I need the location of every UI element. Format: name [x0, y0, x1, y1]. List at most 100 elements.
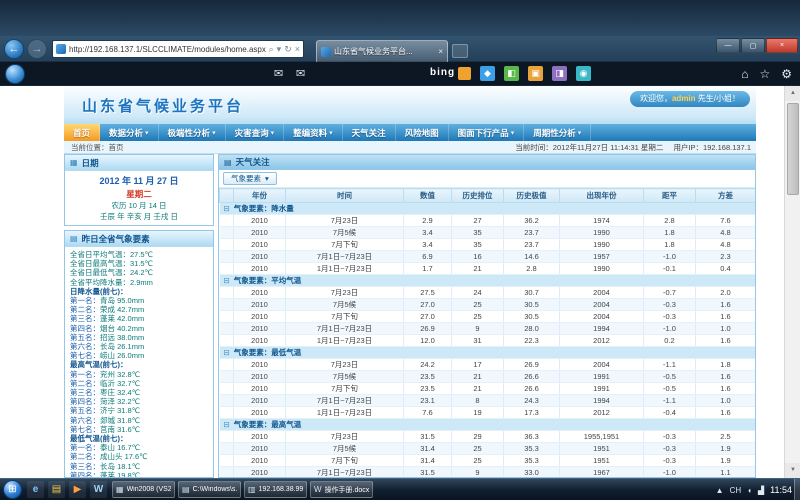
taskbar-window-button-1[interactable]: ▦Win2008 (VS2... — [112, 481, 175, 498]
table-toolbar: 气象要素▾ — [219, 170, 755, 188]
menu-item-6[interactable]: 天气关注 — [343, 124, 396, 141]
column-header[interactable]: 历史排位 — [452, 189, 504, 203]
table-cell: 2004 — [560, 299, 644, 311]
tray-up-icon[interactable]: ▲ — [716, 486, 724, 495]
table-cell: 1月1日~7月23日 — [286, 407, 404, 419]
table-cell: 2010 — [234, 359, 286, 371]
row-expander-cell — [220, 227, 234, 239]
search-icon[interactable]: ⌕ — [269, 44, 274, 55]
table-group-row[interactable]: ⊟气象要素：降水量 — [220, 203, 756, 215]
menu-item-5[interactable]: 整编资料▾ — [284, 124, 343, 141]
column-header[interactable]: 距平 — [644, 189, 696, 203]
column-header[interactable]: 年份 — [234, 189, 286, 203]
tab-close-icon[interactable]: × — [438, 47, 443, 56]
taskbar-window-button-2[interactable]: ▤C:\Windows\s... — [178, 481, 241, 498]
menu-item-9[interactable]: 周期性分析▾ — [524, 124, 591, 141]
start-button[interactable]: ⊞ — [3, 480, 22, 499]
weather-rank-line: 第三名：蓬莱 42.0mm — [70, 314, 208, 323]
bing-logo[interactable]: bing — [430, 67, 455, 78]
home-icon[interactable]: ⌂ — [741, 66, 748, 82]
menu-item-4[interactable]: 灾害查询▾ — [226, 124, 285, 141]
collapse-icon[interactable]: ⊟ — [224, 420, 230, 429]
expander-column-header — [220, 189, 234, 203]
table-cell: 9 — [452, 323, 504, 335]
network-icon[interactable]: ▟ — [758, 486, 764, 495]
menu-item-1[interactable]: 首页 — [64, 124, 100, 141]
column-header[interactable]: 方差 — [696, 189, 756, 203]
address-bar[interactable]: http://192.168.137.1/SLCCLIMATE/modules/… — [52, 40, 304, 58]
panel-icon: ▤ — [70, 234, 78, 243]
command-icon-5[interactable]: ◉ — [576, 66, 591, 81]
menu-item-label: 首页 — [73, 127, 90, 139]
vertical-scrollbar[interactable]: ▲ ▼ — [784, 86, 800, 478]
stop-icon[interactable]: × — [295, 44, 300, 54]
table-cell: 14.6 — [504, 251, 560, 263]
station-value: 16.7℃ — [117, 443, 140, 452]
show-desktop-button[interactable] — [794, 479, 800, 500]
refresh-icon[interactable]: ↻ — [284, 44, 292, 55]
window-label: 操作手册.docx -... — [325, 485, 369, 495]
command-icon-1[interactable]: ◆ — [480, 66, 495, 81]
ganzhi-line: 壬辰 年 辛亥 月 壬戌 日 — [65, 211, 213, 222]
chevron-down-icon[interactable]: ▾ — [277, 44, 282, 55]
table-cell: 1967 — [560, 467, 644, 479]
menu-item-7[interactable]: 风险地图 — [396, 124, 449, 141]
date-panel-header: ▦ 日期 — [65, 155, 213, 171]
station-value: 42.0mm — [117, 314, 144, 323]
collapse-icon[interactable]: ⊟ — [224, 204, 230, 213]
column-header[interactable]: 历史极值 — [504, 189, 560, 203]
menu-item-2[interactable]: 数据分析▾ — [100, 124, 159, 141]
mail-alt-icon[interactable]: ✉ — [296, 67, 305, 80]
table-group-row[interactable]: ⊟气象要素：平均气温 — [220, 275, 756, 287]
taskbar-window-button-4[interactable]: W操作手册.docx -... — [310, 481, 373, 498]
media-player-icon[interactable]: ▶ — [69, 481, 86, 498]
url-text[interactable]: http://192.168.137.1/SLCCLIMATE/modules/… — [69, 45, 266, 54]
column-header[interactable]: 出现年份 — [560, 189, 644, 203]
bing-tile-icon[interactable] — [458, 67, 471, 80]
collapse-icon[interactable]: ⊟ — [224, 348, 230, 357]
ie-icon[interactable]: e — [27, 481, 44, 498]
forward-button[interactable]: → — [27, 39, 47, 59]
taskbar-window-button-3[interactable]: ▥192.168.38.99... — [244, 481, 307, 498]
browser-tab[interactable]: 山东省气候业务平台... × — [316, 40, 448, 62]
row-expander-cell — [220, 383, 234, 395]
favorites-icon[interactable]: ☆ — [759, 66, 770, 82]
table-group-row[interactable]: ⊟气象要素：最低气温 — [220, 347, 756, 359]
table-cell: 2.0 — [696, 287, 756, 299]
table-cell: -1.0 — [644, 251, 696, 263]
tab-favicon-icon — [321, 47, 331, 57]
word-icon[interactable]: W — [90, 481, 107, 498]
folder-icon[interactable]: ▤ — [48, 481, 65, 498]
quick-launcher-icon[interactable] — [5, 64, 25, 84]
command-icon-3[interactable]: ▣ — [528, 66, 543, 81]
gear-icon[interactable]: ⚙ — [781, 66, 792, 82]
volume-icon[interactable]: ◖ — [747, 486, 752, 495]
scroll-up-arrow[interactable]: ▲ — [785, 86, 800, 101]
menu-item-8[interactable]: 图面下行产品▾ — [449, 124, 525, 141]
table-cell: 7月5候 — [286, 299, 404, 311]
window-label: 192.168.38.99... — [259, 486, 303, 493]
scrollbar-thumb[interactable] — [787, 103, 799, 195]
collapse-icon[interactable]: ⊟ — [224, 276, 230, 285]
menu-item-3[interactable]: 极端性分析▾ — [159, 124, 226, 141]
element-filter-button[interactable]: 气象要素▾ — [223, 172, 277, 185]
forward-icon: → — [32, 43, 43, 55]
close-button[interactable]: × — [766, 38, 798, 53]
mail-icon[interactable]: ✉ — [274, 67, 283, 80]
column-header[interactable]: 时间 — [286, 189, 404, 203]
maximize-button[interactable]: ▢ — [741, 38, 765, 53]
table-group-row[interactable]: ⊟气象要素：最高气温 — [220, 419, 756, 431]
command-icon-2[interactable]: ◧ — [504, 66, 519, 81]
language-indicator[interactable]: CH — [730, 486, 742, 495]
minimize-button[interactable]: — — [716, 38, 740, 53]
rank-label: 第六名： — [70, 416, 100, 425]
filter-chevron-down-icon: ▾ — [265, 174, 269, 183]
new-tab-button[interactable] — [452, 44, 468, 58]
window-icon: ▤ — [182, 485, 190, 494]
back-button[interactable]: ← — [4, 39, 24, 59]
scroll-down-arrow[interactable]: ▼ — [785, 463, 800, 478]
column-header[interactable]: 数值 — [404, 189, 452, 203]
command-icon-4[interactable]: ◨ — [552, 66, 567, 81]
taskbar-clock[interactable]: 11:54 — [770, 485, 792, 495]
table-cell: 21 — [452, 371, 504, 383]
